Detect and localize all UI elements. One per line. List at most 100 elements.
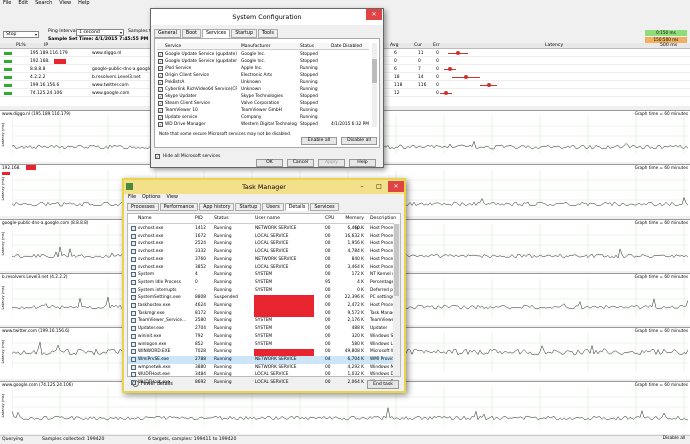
checkbox-checked-icon[interactable]: ✓ xyxy=(158,115,163,120)
col-ip[interactable]: IP xyxy=(44,43,48,49)
checkbox-checked-icon[interactable]: ✓ xyxy=(158,87,163,92)
service-row[interactable]: ✓ Google Update Service (gupdatem) Google … xyxy=(157,58,369,65)
col-err[interactable]: Err xyxy=(433,43,440,49)
tab-services[interactable]: Services xyxy=(310,203,339,211)
tab-users[interactable]: Users xyxy=(262,203,284,211)
col-pl[interactable]: PL% xyxy=(16,43,26,49)
checkbox-checked-icon[interactable]: ✓ xyxy=(158,94,163,99)
scrollbar-thumb[interactable] xyxy=(372,59,377,83)
process-row[interactable]: svchost.exe 1672 Running LOCAL SERVICE 00 16,… xyxy=(128,233,396,241)
details-scrollbar[interactable] xyxy=(393,224,400,376)
checkbox-checked-icon[interactable]: ✓ xyxy=(158,52,163,57)
chevron-down-icon: ▾ xyxy=(119,30,122,35)
disable-all-link[interactable]: Disable all xyxy=(660,436,688,442)
process-row[interactable]: System interrupts - Running SYSTEM 00 0 K Defe… xyxy=(128,287,396,295)
process-row[interactable]: svchost.exe 2524 Running LOCAL SERVICE 00 1,9… xyxy=(128,240,396,248)
tab-startup[interactable]: Startup xyxy=(235,203,262,211)
service-row[interactable]: ✓ Google Update Service (gupdate) Google I… xyxy=(157,51,369,58)
process-row[interactable]: svchost.exe 3332 Running LOCAL SERVICE 00 4,7… xyxy=(128,248,396,256)
col-pid[interactable]: PID xyxy=(195,214,213,224)
tab-processes[interactable]: Processes xyxy=(127,203,159,211)
maximize-icon[interactable]: □ xyxy=(371,181,387,192)
ok-button[interactable]: OK xyxy=(256,159,283,167)
col-name[interactable]: Name xyxy=(138,214,194,224)
service-row[interactable]: ✓Cyberlink RichVideo64 Service(CRVS) Unkn… xyxy=(157,86,369,93)
cancel-button[interactable]: Cancel xyxy=(287,159,314,167)
services-scrollbar[interactable] xyxy=(372,43,377,127)
close-icon[interactable]: ✕ xyxy=(366,9,382,20)
menu-item-help[interactable]: Help xyxy=(78,0,89,7)
service-row[interactable]: ✓ TeamViewer 10 TeamViewer GmbH Running xyxy=(157,107,369,114)
hide-microsoft-checkbox[interactable]: ✓ Hide all Microsoft services xyxy=(155,154,220,160)
help-button[interactable]: Help xyxy=(349,159,376,167)
service-row[interactable]: ✓ Update service Company Running xyxy=(157,114,369,121)
tab-app-history[interactable]: App history xyxy=(199,203,235,211)
host-cur: 11 xyxy=(418,51,424,56)
service-row[interactable]: ✓ Skype Updater Skype Technologies Stopped xyxy=(157,93,369,100)
menu-item-view[interactable]: View xyxy=(59,0,71,7)
col-service[interactable]: Service xyxy=(165,43,237,50)
menu-item-view[interactable]: View xyxy=(167,194,178,202)
process-row[interactable]: winlogon.exe 852 Running SYSTEM 00 580 K Windo… xyxy=(128,341,396,349)
checkbox-checked-icon[interactable]: ✓ xyxy=(158,73,163,78)
process-row[interactable]: TeamViewer_Service... 2580 Running SYSTEM 00… xyxy=(128,317,396,325)
process-row[interactable]: svchost.exe 3760 Running NETWORK SERVICE 00 8… xyxy=(128,256,396,264)
col-manufacturer[interactable]: Manufacturer xyxy=(241,43,297,50)
service-row[interactable]: ✓ iPod Service Apple Inc. Running xyxy=(157,65,369,72)
scrollbar-thumb[interactable] xyxy=(394,224,399,296)
process-row[interactable]: wmpnetwk.exe 3880 Running NETWORK SERVICE 00… xyxy=(128,364,396,372)
menu-item-file[interactable]: File xyxy=(128,194,136,202)
ping-interval-select[interactable]: 1 second ▾ xyxy=(76,29,124,36)
service-row[interactable]: ✓ Origin Client Service Electronic Arts Sto… xyxy=(157,72,369,79)
close-icon[interactable]: ✕ xyxy=(388,181,404,192)
col-cpu[interactable]: CPU xyxy=(325,214,337,224)
process-row[interactable]: svchost.exe 1412 Running NETWORK SERVICE 00 6… xyxy=(128,225,396,233)
process-row[interactable]: Updater.exe 2704 Running SYSTEM 00 488 K Updat… xyxy=(128,325,394,333)
process-row[interactable]: WmiPrvSE.exe 2788 Running NETWORK SERVICE 04… xyxy=(128,355,396,364)
tab-performance[interactable]: Performance xyxy=(159,203,199,211)
tab-general[interactable]: General xyxy=(154,29,181,38)
checkbox-checked-icon[interactable]: ✓ xyxy=(158,80,163,85)
col-description[interactable]: Description xyxy=(370,214,396,224)
process-row[interactable]: svchost.exe 3852 Running LOCAL SERVICE 00 3,4… xyxy=(128,264,396,272)
tab-boot[interactable]: Boot xyxy=(181,29,201,38)
end-task-button[interactable]: End task xyxy=(367,380,399,389)
col-avg[interactable]: Avg xyxy=(390,43,399,49)
fewer-details-toggle[interactable]: ˄ Fewer details xyxy=(132,380,173,389)
task-manager-app-icon xyxy=(126,183,133,190)
menu-item-search[interactable]: Search xyxy=(35,0,52,7)
process-row[interactable]: wininit.exe 792 Running SYSTEM 00 320 K Window… xyxy=(128,333,396,341)
menu-item-options[interactable]: Options xyxy=(142,194,161,202)
col-date-disabled[interactable]: Date Disabled xyxy=(331,43,371,50)
apply-button[interactable]: Apply xyxy=(318,159,345,167)
process-memory: 4,292 K xyxy=(347,364,365,370)
col-status[interactable]: Status xyxy=(214,214,254,224)
checkbox-checked-icon[interactable]: ✓ xyxy=(158,108,163,113)
tab-startup[interactable]: Startup xyxy=(231,29,257,38)
tab-tools[interactable]: Tools xyxy=(258,29,278,38)
process-memory: 2,472 K xyxy=(347,303,365,308)
tab-services[interactable]: Services xyxy=(201,29,231,38)
checkbox-checked-icon[interactable]: ✓ xyxy=(158,101,163,106)
checkbox-checked-icon[interactable]: ✓ xyxy=(158,66,163,71)
col-user[interactable]: User name xyxy=(255,214,323,224)
service-row[interactable]: ✓ PnkBstrA Unknown Running xyxy=(157,79,369,86)
disable-all-button[interactable]: Disable all xyxy=(341,137,377,145)
process-row[interactable]: System Idle Process 0 Running SYSTEM 95 4 K Pe… xyxy=(128,279,396,287)
col-latency[interactable]: Latency xyxy=(545,43,563,49)
checkbox-checked-icon[interactable]: ✓ xyxy=(158,122,163,127)
process-row[interactable]: WUDFHost.exe 3484 Running LOCAL SERVICE 00 1,… xyxy=(128,371,396,379)
menu-item-file[interactable]: File xyxy=(3,0,11,7)
service-row[interactable]: ✓ WD Drive Manager Western Digital Technol… xyxy=(157,121,369,128)
stop-dropdown[interactable]: Stop ▾ xyxy=(3,31,39,38)
minimize-icon[interactable]: – xyxy=(354,181,370,192)
service-row[interactable]: ✓ Steam Client Service Valve Corporation St… xyxy=(157,100,369,107)
checkbox-checked-icon[interactable]: ✓ xyxy=(158,59,163,64)
checkbox-checked-icon[interactable]: ✓ xyxy=(155,154,160,159)
tab-details[interactable]: Details xyxy=(284,203,310,211)
col-cur[interactable]: Cur xyxy=(414,43,422,49)
menu-item-edit[interactable]: Edit xyxy=(18,0,28,7)
col-status[interactable]: Status xyxy=(300,43,328,50)
process-row[interactable]: System4RunningSYSTEM00172 KNT Kernel & S xyxy=(128,271,396,279)
enable-all-button[interactable]: Enable all xyxy=(301,137,337,145)
